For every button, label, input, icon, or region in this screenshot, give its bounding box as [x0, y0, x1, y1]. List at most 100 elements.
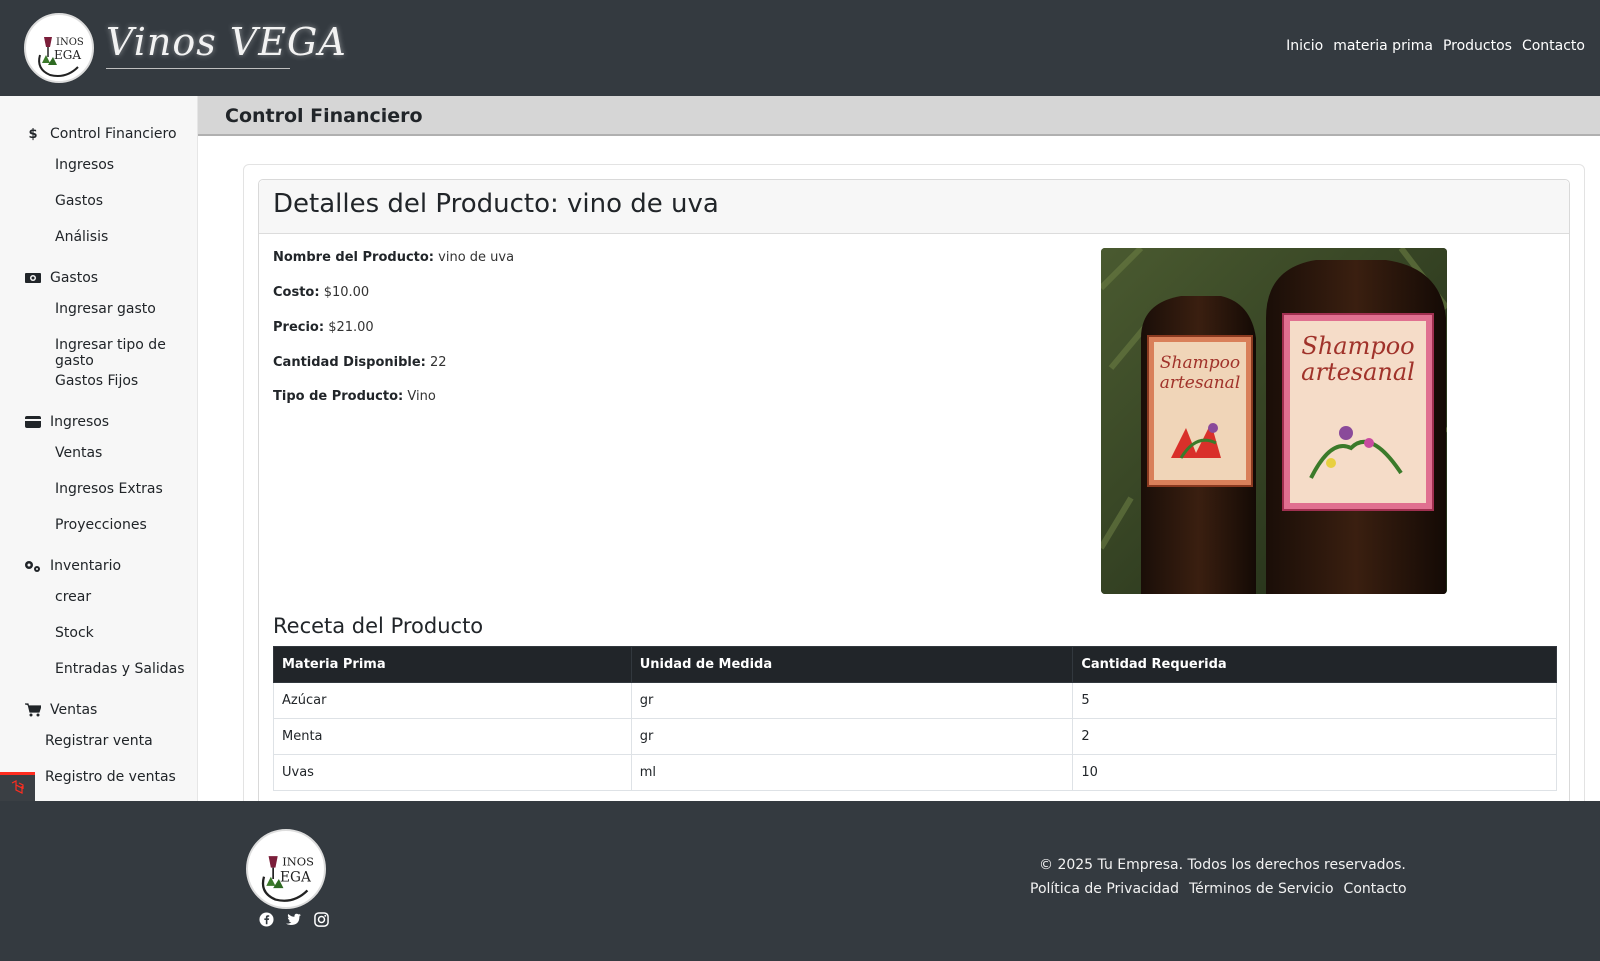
sidebar-item-ingresar-tipo-gasto[interactable]: Ingresar tipo de gasto [55, 337, 197, 369]
footer: INOS EGA © 2025 Tu Empresa. Todos los de… [0, 801, 1600, 961]
table-cell: 5 [1072, 682, 1557, 719]
field-nombre: Nombre del Producto: vino de uva [273, 250, 514, 265]
field-value: $10.00 [323, 285, 370, 300]
field-value: Vino [407, 389, 436, 404]
footer-logo[interactable]: INOS EGA [246, 829, 326, 909]
column-header-materia-prima: Materia Prima [273, 646, 632, 683]
footer-links: Política de Privacidad Términos de Servi… [1030, 881, 1407, 897]
field-label: Tipo de Producto: [273, 389, 404, 404]
table-cell: 2 [1072, 718, 1557, 755]
svg-text:EGA: EGA [54, 48, 81, 62]
nav-inicio[interactable]: Inicio [1281, 38, 1328, 54]
footer-link-privacidad[interactable]: Política de Privacidad [1030, 881, 1179, 897]
label-text-1: Shampoo [1160, 353, 1240, 373]
sidebar-item-ventas[interactable]: Ventas [55, 445, 102, 461]
product-card-header: Detalles del Producto: vino de uva [259, 180, 1569, 234]
sidebar-item-ingresar-gasto[interactable]: Ingresar gasto [55, 301, 156, 317]
instagram-icon[interactable] [313, 911, 329, 927]
sidebar-section-control-financiero[interactable]: $ Control Financiero [24, 126, 177, 142]
sidebar-section-label: Control Financiero [50, 126, 177, 142]
nav-contacto[interactable]: Contacto [1517, 38, 1590, 54]
table-cell: Menta [273, 718, 632, 755]
table-cell: gr [630, 682, 1074, 719]
sidebar-section-label: Ventas [50, 702, 98, 718]
sidebar-section-ventas[interactable]: Ventas [24, 702, 97, 718]
sidebar-item-gastos[interactable]: Gastos [55, 193, 103, 209]
svg-text:INOS: INOS [282, 854, 314, 868]
field-value: $21.00 [328, 320, 374, 335]
laravel-debug-badge[interactable] [0, 772, 35, 801]
table-cell: Uvas [273, 754, 632, 791]
field-cantidad: Cantidad Disponible: 22 [273, 355, 447, 370]
credit-card-icon [24, 416, 42, 428]
label-text-2: artesanal [1160, 373, 1241, 393]
column-header-unidad: Unidad de Medida [630, 646, 1074, 683]
field-costo: Costo: $10.00 [273, 285, 369, 300]
copyright-text: © 2025 Tu Empresa. Todos los derechos re… [1039, 857, 1406, 873]
sidebar-item-gastos-fijos[interactable]: Gastos Fijos [55, 373, 138, 389]
product-photo: Shampoo artesanal Shampoo artesanal [1101, 248, 1447, 594]
footer-link-terminos[interactable]: Términos de Servicio [1189, 881, 1334, 897]
recipe-title: Receta del Producto [273, 614, 484, 638]
table-cell: gr [630, 718, 1074, 755]
field-precio: Precio: $21.00 [273, 320, 374, 335]
top-nav: Inicio materia prima Productos Contacto [1281, 38, 1590, 54]
field-label: Costo: [273, 285, 320, 300]
top-navbar: INOS EGA Vinos VEGA Inicio materia prima… [0, 0, 1600, 96]
dollar-icon: $ [28, 126, 38, 142]
facebook-icon[interactable] [258, 911, 274, 927]
field-value: vino de uva [438, 250, 515, 265]
svg-text:INOS: INOS [56, 37, 84, 48]
field-tipo: Tipo de Producto: Vino [273, 389, 436, 404]
field-value: 22 [430, 355, 447, 370]
brand-logo[interactable]: INOS EGA [24, 13, 94, 83]
sidebar-item-ingresos-extras[interactable]: Ingresos Extras [55, 481, 163, 497]
sidebar-item-stock[interactable]: Stock [55, 625, 94, 641]
sidebar-section-inventario[interactable]: Inventario [24, 558, 121, 574]
sidebar: $ Control Financiero Ingresos Gastos Aná… [0, 96, 198, 801]
page-title: Control Financiero [225, 105, 423, 127]
brand-underline [106, 68, 290, 69]
footer-link-contacto[interactable]: Contacto [1344, 881, 1407, 897]
sidebar-section-label: Gastos [50, 270, 99, 286]
wine-logo-icon: INOS EGA [261, 854, 314, 902]
sidebar-section-ingresos[interactable]: Ingresos [24, 414, 109, 430]
field-label: Cantidad Disponible: [273, 355, 426, 370]
table-row: Azúcar gr 5 [273, 682, 1557, 719]
table-cell: 10 [1072, 754, 1557, 791]
sidebar-section-label: Ingresos [50, 414, 110, 430]
sidebar-section-label: Inventario [50, 558, 122, 574]
product-title: Detalles del Producto: vino de uva [273, 189, 719, 219]
table-header-row: Materia Prima Unidad de Medida Cantidad … [273, 646, 1557, 683]
page-header: Control Financiero [198, 96, 1600, 136]
sidebar-section-gastos[interactable]: Gastos [24, 270, 98, 286]
label-text-3: Shampoo [1301, 332, 1414, 360]
sidebar-item-analisis[interactable]: Análisis [55, 229, 108, 245]
wine-logo-icon: INOS EGA [38, 37, 84, 77]
nav-materia-prima[interactable]: materia prima [1328, 38, 1438, 54]
laravel-icon [11, 780, 24, 794]
cart-icon [24, 703, 42, 717]
nav-productos[interactable]: Productos [1438, 38, 1517, 54]
table-cell: ml [630, 754, 1074, 791]
sidebar-item-registro-ventas[interactable]: Registro de ventas [45, 769, 176, 785]
field-label: Nombre del Producto: [273, 250, 435, 265]
recipe-table: Materia Prima Unidad de Medida Cantidad … [273, 646, 1557, 791]
label-text-4: artesanal [1301, 358, 1415, 386]
twitter-icon[interactable] [285, 911, 301, 927]
product-image: Shampoo artesanal Shampoo artesanal [1101, 248, 1447, 594]
money-icon [24, 272, 42, 284]
sidebar-item-ingresos[interactable]: Ingresos [55, 157, 114, 173]
brand-name[interactable]: Vinos VEGA [106, 20, 347, 64]
table-row: Menta gr 2 [273, 718, 1557, 755]
cogs-icon [24, 559, 42, 573]
sidebar-item-crear[interactable]: crear [55, 589, 91, 605]
sidebar-item-registrar-venta[interactable]: Registrar venta [45, 733, 153, 749]
sidebar-item-proyecciones[interactable]: Proyecciones [55, 517, 147, 533]
sidebar-item-entradas-salidas[interactable]: Entradas y Salidas [55, 661, 185, 677]
field-label: Precio: [273, 320, 325, 335]
table-row: Uvas ml 10 [273, 754, 1557, 791]
column-header-cantidad: Cantidad Requerida [1072, 646, 1557, 683]
table-cell: Azúcar [273, 682, 632, 719]
svg-text:EGA: EGA [280, 869, 312, 885]
